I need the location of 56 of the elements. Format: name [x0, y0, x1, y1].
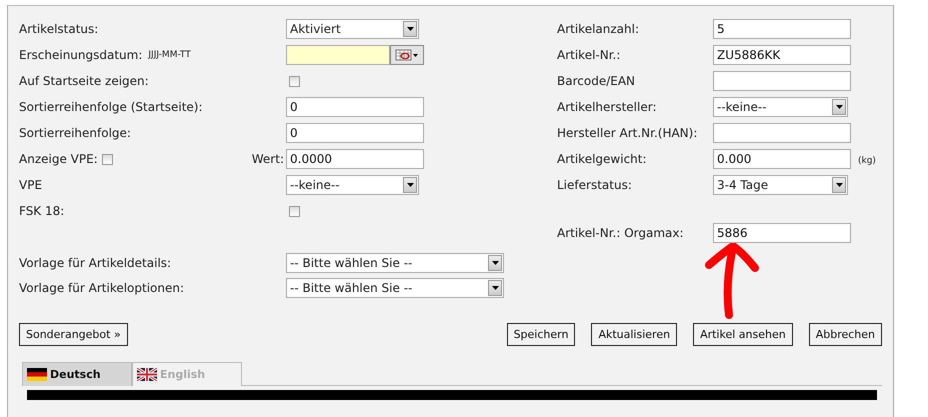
field-label: Erscheinungsdatum:	[19, 48, 142, 62]
special-offer-button[interactable]: Sonderangebot »	[19, 323, 128, 346]
unit-label: (kg)	[858, 156, 876, 166]
dropdown[interactable]: -- Bitte wählen Sie --	[286, 252, 504, 272]
field-label: Lieferstatus:	[557, 178, 632, 192]
language-tab[interactable]: Deutsch	[22, 362, 132, 386]
caret-icon	[836, 105, 842, 109]
field-label: Artikelgewicht:	[557, 152, 647, 166]
caret-icon	[406, 27, 414, 31]
field-label: Artikelhersteller:	[557, 100, 656, 114]
dropdown[interactable]: --keine--	[286, 175, 419, 195]
field-label: Sortierreihenfolge:	[19, 126, 131, 140]
text-field[interactable]: ZU5886KK	[713, 45, 851, 65]
text-field[interactable]: 0	[286, 97, 424, 117]
text-field[interactable]: 0	[286, 123, 424, 143]
field-label: Anzeige VPE:	[19, 152, 98, 166]
dropdown[interactable]: --keine--	[713, 97, 848, 117]
field-label: Sortierreihenfolge (Startseite):	[19, 100, 203, 114]
field-label: Vorlage für Artikeldetails:	[19, 256, 172, 270]
checkbox[interactable]	[102, 154, 113, 164]
text-field[interactable]	[713, 123, 851, 143]
text-field[interactable]	[713, 71, 851, 91]
field-label: Artikelanzahl:	[557, 22, 640, 36]
field-label: VPE	[19, 178, 42, 192]
flag-icon	[27, 368, 47, 381]
caret-icon	[492, 286, 498, 290]
dropdown[interactable]: -- Bitte wählen Sie --	[286, 278, 504, 298]
field-label: Artikel-Nr.: Orgamax:	[557, 226, 684, 240]
field-label: Vorlage für Artikeloptionen:	[19, 280, 184, 294]
dropdown[interactable]: Aktiviert	[286, 19, 419, 39]
caret-icon	[492, 260, 498, 264]
flag-icon	[137, 368, 157, 381]
action-button[interactable]: Aktualisieren	[591, 323, 678, 346]
calendar-button[interactable]	[390, 45, 424, 65]
text-field[interactable]: 5886	[713, 223, 851, 243]
field-label: Hersteller Art.Nr.(HAN):	[557, 126, 698, 140]
checkbox[interactable]	[289, 206, 300, 216]
date-field[interactable]	[286, 45, 390, 65]
caret-icon	[406, 183, 414, 187]
checkbox[interactable]	[289, 76, 300, 86]
field-label: Wert:	[252, 152, 284, 166]
field-label: Artikelstatus:	[19, 22, 98, 36]
caret-icon	[836, 183, 842, 187]
format-hint: JJJJ-MM-TT	[148, 50, 191, 60]
text-field[interactable]: 5	[713, 19, 851, 39]
action-button[interactable]: Speichern	[506, 323, 576, 346]
text-field[interactable]: 0.0000	[286, 149, 424, 169]
field-label: Artikel-Nr.:	[557, 48, 620, 62]
action-button[interactable]: Abbrechen	[808, 323, 882, 346]
text-field[interactable]: 0.000	[713, 149, 851, 169]
field-label: FSK 18:	[19, 204, 64, 218]
field-label: Auf Startseite zeigen:	[19, 74, 149, 88]
field-label: Barcode/EAN	[557, 74, 636, 88]
dropdown[interactable]: 3-4 Tage	[713, 175, 848, 195]
action-button[interactable]: Artikel ansehen	[693, 323, 793, 346]
calendar-icon	[395, 48, 419, 62]
